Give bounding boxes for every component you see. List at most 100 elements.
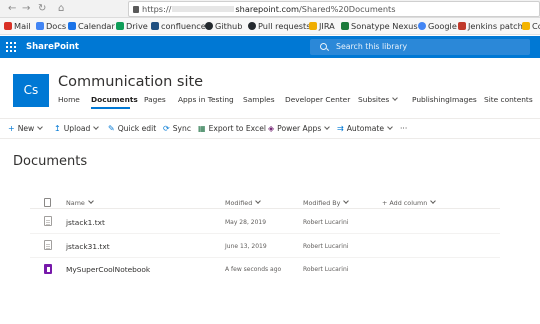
table-row[interactable]: MySuperCoolNotebook A few seconds ago Ro… bbox=[30, 258, 500, 281]
bookmark-jira[interactable]: JIRA bbox=[309, 21, 335, 32]
nav-publishing-images[interactable]: PublishingImages bbox=[412, 95, 477, 105]
header-divider bbox=[0, 118, 540, 119]
home-icon[interactable]: ⌂ bbox=[58, 2, 64, 16]
suite-bar: SharePoint Search this library bbox=[0, 36, 540, 58]
column-header-modified-by[interactable]: Modified By bbox=[303, 198, 350, 207]
nav-site-contents[interactable]: Site contents bbox=[484, 95, 533, 105]
jira-icon bbox=[309, 22, 317, 30]
file-name[interactable]: MySuperCoolNotebook bbox=[66, 265, 150, 274]
chevron-down-icon bbox=[255, 198, 262, 204]
bookmark-sonatype-nexus[interactable]: Sonatype Nexus bbox=[341, 21, 418, 32]
sync-icon: ⟳ bbox=[163, 124, 170, 133]
bookmark-confluence[interactable]: confluence bbox=[151, 21, 206, 32]
command-bar: + New ↥ Upload ✎ Quick edit ⟳ Sync ▦ Export t… bbox=[0, 120, 540, 138]
lock-icon bbox=[133, 6, 139, 13]
url-host: sharepoint.com bbox=[235, 4, 300, 14]
nav-developer-center[interactable]: Developer Center bbox=[285, 95, 350, 105]
column-header-name[interactable]: Name bbox=[66, 198, 94, 207]
chevron-down-icon bbox=[392, 95, 399, 101]
modified-date: May 28, 2019 bbox=[225, 219, 267, 226]
edit-icon: ✎ bbox=[108, 124, 115, 133]
chevron-down-icon bbox=[343, 198, 350, 204]
modified-date: June 13, 2019 bbox=[225, 243, 267, 250]
mail-icon bbox=[4, 22, 12, 30]
nav-apps-in-testing[interactable]: Apps in Testing bbox=[178, 95, 234, 105]
excel-icon: ▦ bbox=[198, 124, 206, 133]
command-bar-divider bbox=[0, 138, 540, 139]
forward-arrow-icon[interactable]: → bbox=[22, 2, 30, 16]
export-to-excel-button[interactable]: ▦ Export to Excel bbox=[198, 124, 266, 134]
chevron-down-icon bbox=[88, 198, 94, 204]
new-button[interactable]: + New bbox=[8, 124, 44, 134]
chevron-down-icon bbox=[430, 198, 437, 204]
docs-icon bbox=[36, 22, 44, 30]
onenote-icon bbox=[44, 264, 52, 274]
confluence-icon bbox=[151, 22, 159, 30]
row-divider bbox=[30, 233, 500, 234]
nexus-icon bbox=[341, 22, 349, 30]
bookmark-jenkins[interactable]: Jenkins patch bbox=[458, 21, 523, 32]
bookmark-github[interactable]: Github bbox=[205, 21, 242, 32]
file-name[interactable]: jstack31.txt bbox=[66, 242, 110, 251]
browser-toolbar: ← → ↻ ⌂ https:// sharepoint.com/Shared%20… bbox=[0, 0, 540, 18]
github-icon bbox=[205, 22, 213, 30]
bookmark-drive[interactable]: Drive bbox=[116, 21, 148, 32]
automate-button[interactable]: ⇉ Automate bbox=[337, 124, 393, 134]
plus-icon: + bbox=[8, 124, 15, 133]
file-type-header-icon[interactable] bbox=[44, 198, 51, 207]
modified-by[interactable]: Robert Lucarini bbox=[303, 242, 348, 251]
nav-subsites-label: Subsites bbox=[358, 95, 390, 104]
bookmark-icon bbox=[522, 22, 530, 30]
url-redacted bbox=[172, 6, 235, 12]
back-arrow-icon[interactable]: ← bbox=[8, 2, 16, 16]
search-input[interactable]: Search this library bbox=[310, 39, 530, 55]
modified-by[interactable]: Robert Lucarini bbox=[303, 218, 348, 227]
page-title: Documents bbox=[13, 154, 88, 169]
drive-icon bbox=[116, 22, 124, 30]
bookmark-co[interactable]: Co bbox=[522, 21, 540, 32]
bookmark-calendar[interactable]: Calendar bbox=[68, 21, 115, 32]
site-title[interactable]: Communication site bbox=[58, 73, 203, 91]
url-path: /Shared%20Documents bbox=[299, 4, 396, 14]
column-header-modified[interactable]: Modified bbox=[225, 198, 262, 207]
app-launcher-icon[interactable] bbox=[6, 42, 16, 52]
header-row-divider bbox=[30, 208, 500, 209]
power-apps-button[interactable]: ◈ Power Apps bbox=[268, 124, 331, 134]
chevron-down-icon bbox=[387, 124, 393, 130]
jenkins-icon bbox=[458, 22, 466, 30]
search-placeholder: Search this library bbox=[336, 42, 408, 51]
table-row[interactable]: jstack1.txt May 28, 2019 Robert Lucarini bbox=[30, 211, 500, 234]
bookmark-pull-requests[interactable]: Pull requests bbox=[248, 21, 311, 32]
bookmark-docs[interactable]: Docs bbox=[36, 21, 66, 32]
automate-icon: ⇉ bbox=[337, 124, 344, 133]
site-navigation: Home Documents Pages Apps in Testing Sam… bbox=[0, 95, 540, 107]
more-icon[interactable]: ··· bbox=[400, 124, 407, 134]
bookmark-mail[interactable]: Mail bbox=[4, 21, 31, 32]
bookmarks-bar: Mail Docs Calendar Drive confluence Gith… bbox=[0, 18, 540, 35]
chevron-down-icon bbox=[93, 124, 100, 130]
address-bar[interactable]: https:// sharepoint.com/Shared%20Document… bbox=[128, 1, 540, 17]
nav-samples[interactable]: Samples bbox=[243, 95, 275, 105]
upload-button[interactable]: ↥ Upload bbox=[54, 124, 100, 134]
powerapps-icon: ◈ bbox=[268, 124, 275, 133]
url-scheme: https:// bbox=[142, 4, 172, 14]
github-icon bbox=[248, 22, 256, 30]
file-name[interactable]: jstack1.txt bbox=[66, 218, 105, 227]
nav-documents[interactable]: Documents bbox=[91, 95, 138, 105]
text-file-icon bbox=[44, 240, 52, 250]
quick-edit-button[interactable]: ✎ Quick edit bbox=[108, 124, 156, 134]
nav-subsites[interactable]: Subsites bbox=[358, 95, 399, 105]
modified-by[interactable]: Robert Lucarini bbox=[303, 265, 348, 274]
active-nav-indicator bbox=[91, 107, 130, 109]
text-file-icon bbox=[44, 216, 52, 226]
table-row[interactable]: jstack31.txt June 13, 2019 Robert Lucari… bbox=[30, 235, 500, 258]
chevron-down-icon bbox=[324, 124, 331, 130]
reload-icon[interactable]: ↻ bbox=[38, 2, 46, 16]
sync-button[interactable]: ⟳ Sync bbox=[163, 124, 191, 134]
app-name[interactable]: SharePoint bbox=[26, 41, 79, 53]
bookmark-google[interactable]: Google bbox=[418, 21, 457, 32]
add-column-button[interactable]: + Add column bbox=[382, 198, 437, 207]
nav-home[interactable]: Home bbox=[58, 95, 80, 105]
nav-pages[interactable]: Pages bbox=[144, 95, 166, 105]
google-icon bbox=[418, 22, 426, 30]
